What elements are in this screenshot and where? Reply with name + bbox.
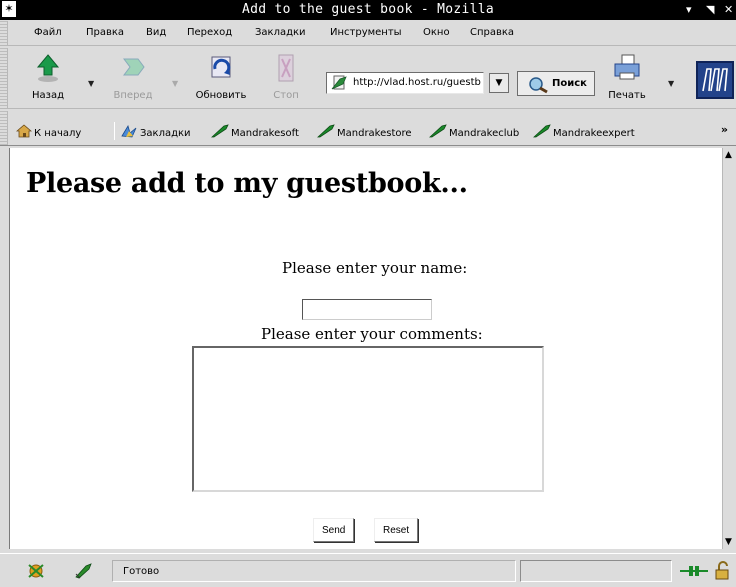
- mozilla-m-logo-icon[interactable]: [696, 61, 734, 99]
- status-text: Готово: [123, 566, 160, 577]
- status-bar: Готово: [0, 553, 736, 587]
- page-content: Please add to my guestbook... Please ent…: [9, 148, 722, 549]
- personal-toolbar-separator: [114, 122, 115, 140]
- menu-view[interactable]: Вид: [146, 27, 166, 38]
- toolbar-overflow-chevron[interactable]: »: [721, 123, 728, 136]
- comments-field[interactable]: [192, 346, 544, 492]
- bookmarks-icon: [121, 125, 137, 138]
- back-dropdown-button[interactable]: ▼: [88, 79, 94, 88]
- search-button-label: Поиск: [552, 78, 587, 89]
- back-button[interactable]: Назад: [28, 53, 68, 101]
- reload-button-label: Обновить: [195, 90, 247, 101]
- menu-bar-grip[interactable]: [0, 21, 8, 45]
- name-label: Please enter your name:: [282, 259, 468, 277]
- home-button[interactable]: К началу: [16, 124, 81, 139]
- bookmark-link-icon: [211, 124, 229, 138]
- scroll-up-arrow-icon[interactable]: ▲: [725, 150, 732, 160]
- stop-icon: [278, 54, 294, 82]
- reload-button[interactable]: Обновить: [193, 53, 249, 101]
- menu-edit[interactable]: Правка: [86, 27, 124, 38]
- home-icon: [16, 124, 32, 138]
- reload-icon: [211, 56, 231, 78]
- menu-bar: Файл Правка Вид Переход Закладки Инструм…: [0, 20, 736, 46]
- url-bar[interactable]: http://vlad.host.ru/guestbook: [326, 72, 484, 94]
- forward-button[interactable]: Вперед: [108, 53, 158, 101]
- bookmark-link-icon: [533, 124, 551, 138]
- window-menu-button[interactable]: ▾: [686, 3, 692, 16]
- padlock-icon[interactable]: [714, 561, 732, 581]
- comments-label: Please enter your comments:: [261, 325, 483, 343]
- print-button-label: Печать: [608, 90, 646, 101]
- bookmark-link-mandrakeclub[interactable]: Mandrakeclub: [429, 124, 519, 139]
- reset-button[interactable]: Reset: [374, 518, 419, 542]
- bookmark-link-mandrakestore[interactable]: Mandrakestore: [317, 124, 412, 139]
- window-title: Add to the guest book - Mozilla: [242, 2, 494, 17]
- component-bar-composer-icon[interactable]: [74, 562, 94, 580]
- forward-dropdown-button[interactable]: ▼: [172, 79, 178, 88]
- window-titlebar[interactable]: ✶ Add to the guest book - Mozilla ▾ ◥ ✕: [0, 0, 736, 20]
- forward-button-label: Вперед: [113, 90, 153, 101]
- personal-toolbar-grip[interactable]: [0, 111, 8, 145]
- stop-button[interactable]: Стоп: [266, 53, 306, 101]
- send-button[interactable]: Send: [313, 518, 355, 542]
- printer-icon: [614, 54, 640, 80]
- bookmarks-button-label: Закладки: [140, 128, 191, 139]
- menu-help[interactable]: Справка: [470, 27, 514, 38]
- search-button[interactable]: Поиск: [517, 71, 595, 96]
- vertical-scrollbar[interactable]: ▲ ▼: [722, 148, 736, 549]
- progress-meter: [520, 560, 672, 582]
- stop-button-label: Стоп: [273, 90, 299, 101]
- bookmark-link-label: Mandrakesoft: [231, 128, 299, 139]
- window-close-button[interactable]: ✕: [724, 3, 733, 16]
- menu-go[interactable]: Переход: [187, 27, 232, 38]
- bookmark-link-label: Mandrakestore: [337, 128, 412, 139]
- print-dropdown-button[interactable]: ▼: [668, 79, 674, 88]
- menu-tools[interactable]: Инструменты: [330, 27, 402, 38]
- page-heading: Please add to my guestbook...: [26, 168, 468, 199]
- bookmarks-button[interactable]: Закладки: [120, 124, 191, 139]
- window-maximize-button[interactable]: ◥: [706, 3, 714, 16]
- personal-toolbar: К началу Закладки Mandrakesoft Mandrakes…: [0, 110, 736, 146]
- menu-window[interactable]: Окно: [423, 27, 450, 38]
- print-button[interactable]: Печать: [602, 53, 652, 101]
- forward-arrow-icon: [123, 58, 145, 76]
- page-proxy-icon[interactable]: [331, 75, 349, 91]
- home-button-label: К началу: [34, 128, 82, 139]
- online-plug-icon[interactable]: [680, 563, 708, 579]
- search-icon: [529, 77, 548, 94]
- bookmark-link-icon: [317, 124, 335, 138]
- name-field[interactable]: [302, 299, 432, 320]
- bookmark-link-label: Mandrakeexpert: [553, 128, 635, 139]
- url-text: http://vlad.host.ru/guestbook: [353, 77, 481, 88]
- bookmark-link-icon: [429, 124, 447, 138]
- url-history-dropdown[interactable]: ▼: [489, 73, 509, 93]
- navigation-toolbar-grip[interactable]: [0, 48, 8, 108]
- scroll-down-arrow-icon[interactable]: ▼: [725, 537, 732, 547]
- back-arrow-icon: [36, 54, 60, 82]
- menu-bookmarks[interactable]: Закладки: [255, 27, 306, 38]
- menu-file[interactable]: Файл: [34, 27, 62, 38]
- status-text-field: [112, 560, 516, 582]
- bookmark-link-label: Mandrakeclub: [449, 128, 520, 139]
- bookmark-link-mandrakeexpert[interactable]: Mandrakeexpert: [533, 124, 635, 139]
- component-bar-browser-icon[interactable]: [26, 562, 46, 580]
- bookmark-link-mandrakesoft[interactable]: Mandrakesoft: [211, 124, 299, 139]
- back-button-label: Назад: [31, 90, 64, 101]
